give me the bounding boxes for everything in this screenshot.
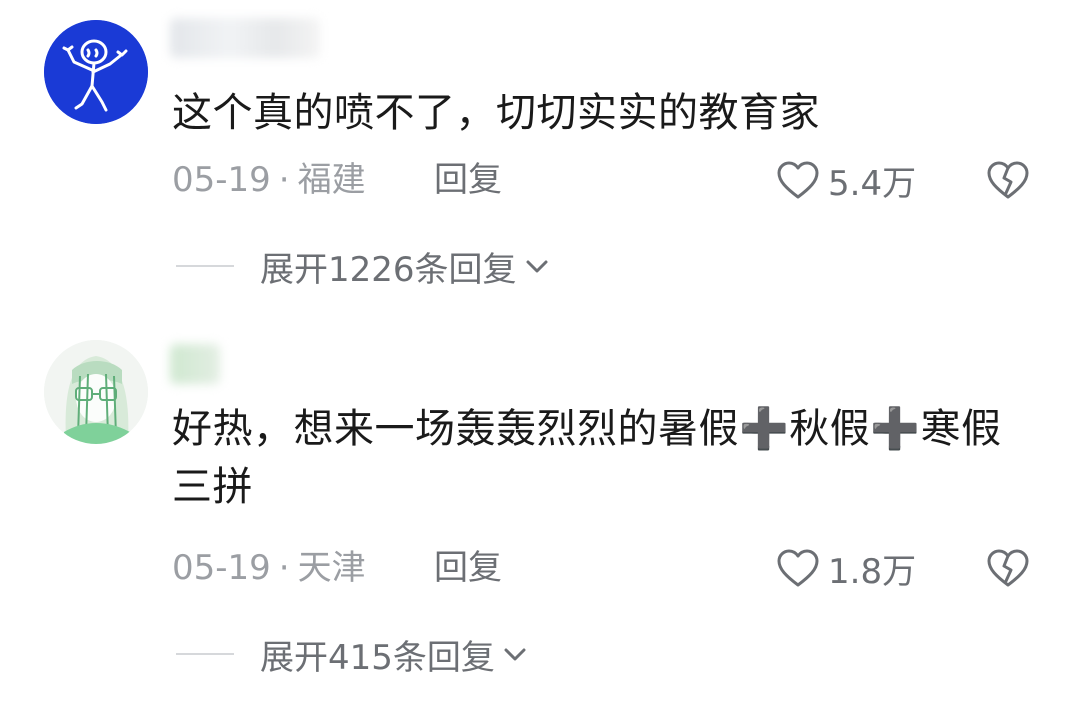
broken-heart-icon [987,161,1029,199]
meta-separator: · [278,548,290,588]
heart-outline-icon [777,549,819,587]
expand-replies-label: 展开1226条回复 [260,249,517,290]
avatar[interactable] [44,20,148,124]
reply-button[interactable]: 回复 [434,158,502,202]
avatar[interactable] [44,340,148,444]
anime-girl-avatar-image [44,340,148,444]
comment-location: 福建 [297,160,366,200]
like-count: 5.4万 [828,163,917,204]
comment-meta: 05-19 · 天津 [172,546,366,590]
chevron-down-icon [526,260,548,273]
expand-replies-button[interactable]: 展开415条回复 [176,632,529,678]
divider-line [176,265,234,267]
stick-figure-avatar-image [44,20,148,124]
comment-date: 05-19 [172,548,271,588]
username-redacted[interactable] [170,18,320,58]
comment-text: 这个真的喷不了，切切实实的教育家 [172,90,820,136]
like-button[interactable]: 5.4万 [776,158,917,204]
comment-location: 天津 [297,548,366,588]
username-redacted[interactable] [170,344,220,384]
expand-replies-button[interactable]: 展开1226条回复 [176,244,551,290]
comment-text: 好热，想来一场轰轰烈烈的暑假➕秋假➕寒假三拼 [172,406,1002,510]
dislike-button[interactable] [986,548,1030,588]
meta-separator: · [278,160,290,200]
comment-date: 05-19 [172,160,271,200]
like-button[interactable]: 1.8万 [776,546,917,592]
expand-replies-label: 展开415条回复 [260,637,495,678]
comment-item: 好热，想来一场轰轰烈烈的暑假➕秋假➕寒假三拼 05-19 · 天津 回复 1.8万 … [0,318,1085,723]
comment-item: 这个真的喷不了，切切实实的教育家 05-19 · 福建 回复 5.4万 展开1226… [0,0,1085,310]
like-count: 1.8万 [828,551,917,592]
comment-meta: 05-19 · 福建 [172,158,366,202]
heart-outline-icon [777,161,819,199]
broken-heart-icon [987,549,1029,587]
divider-line [176,653,234,655]
dislike-button[interactable] [986,160,1030,200]
chevron-down-icon [504,648,526,661]
reply-button[interactable]: 回复 [434,546,502,590]
